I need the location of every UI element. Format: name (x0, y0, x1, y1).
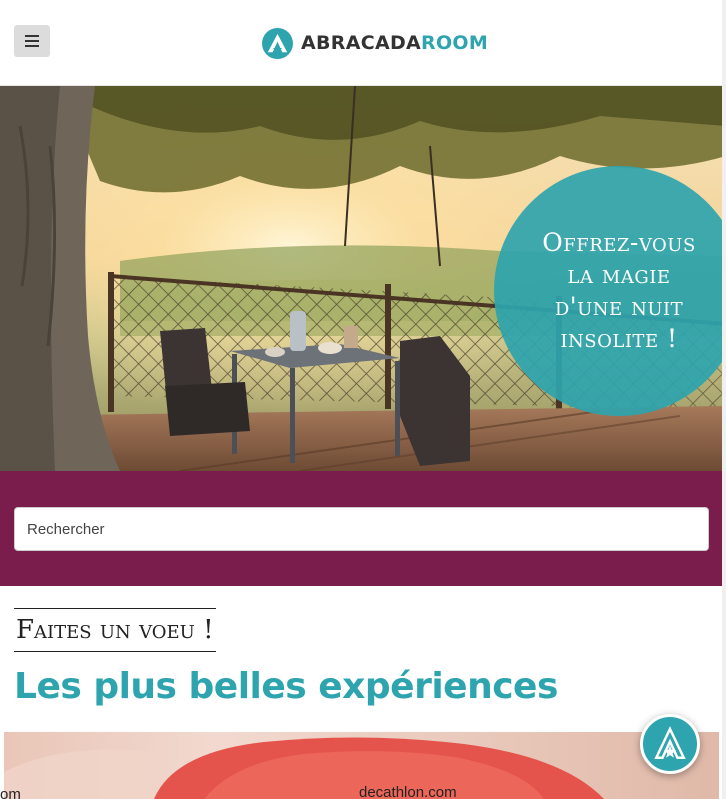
menu-toggle-button[interactable] (14, 25, 50, 57)
tipi-star-icon (654, 726, 686, 759)
search-input[interactable] (14, 507, 709, 551)
logo-word-abracada: ABRACADA (301, 32, 422, 54)
site-header: ABRACADAROOM (0, 0, 726, 86)
card-caption: decathlon.com (359, 784, 457, 799)
hero-tagline-bubble: Offrez-vous la magie d'une nuit insolite… (494, 166, 726, 416)
floating-logo-button[interactable] (640, 714, 700, 774)
card-caption-left: om (0, 786, 21, 799)
wish-heading: Faites un voeu ! (14, 608, 216, 652)
section-title: Les plus belles expériences (14, 666, 558, 707)
search-band (0, 471, 726, 586)
logo-word-room: ROOM (421, 32, 489, 54)
hero-tagline: Offrez-vous la magie d'une nuit insolite… (542, 228, 696, 353)
hamburger-icon (25, 35, 39, 37)
logo-wordmark: ABRACADAROOM (301, 32, 488, 54)
site-logo[interactable]: ABRACADAROOM (262, 27, 488, 59)
tipi-star-icon (262, 27, 293, 59)
hero-banner: Offrez-vous la magie d'une nuit insolite… (0, 86, 726, 471)
page-scrollbar[interactable] (722, 0, 726, 799)
